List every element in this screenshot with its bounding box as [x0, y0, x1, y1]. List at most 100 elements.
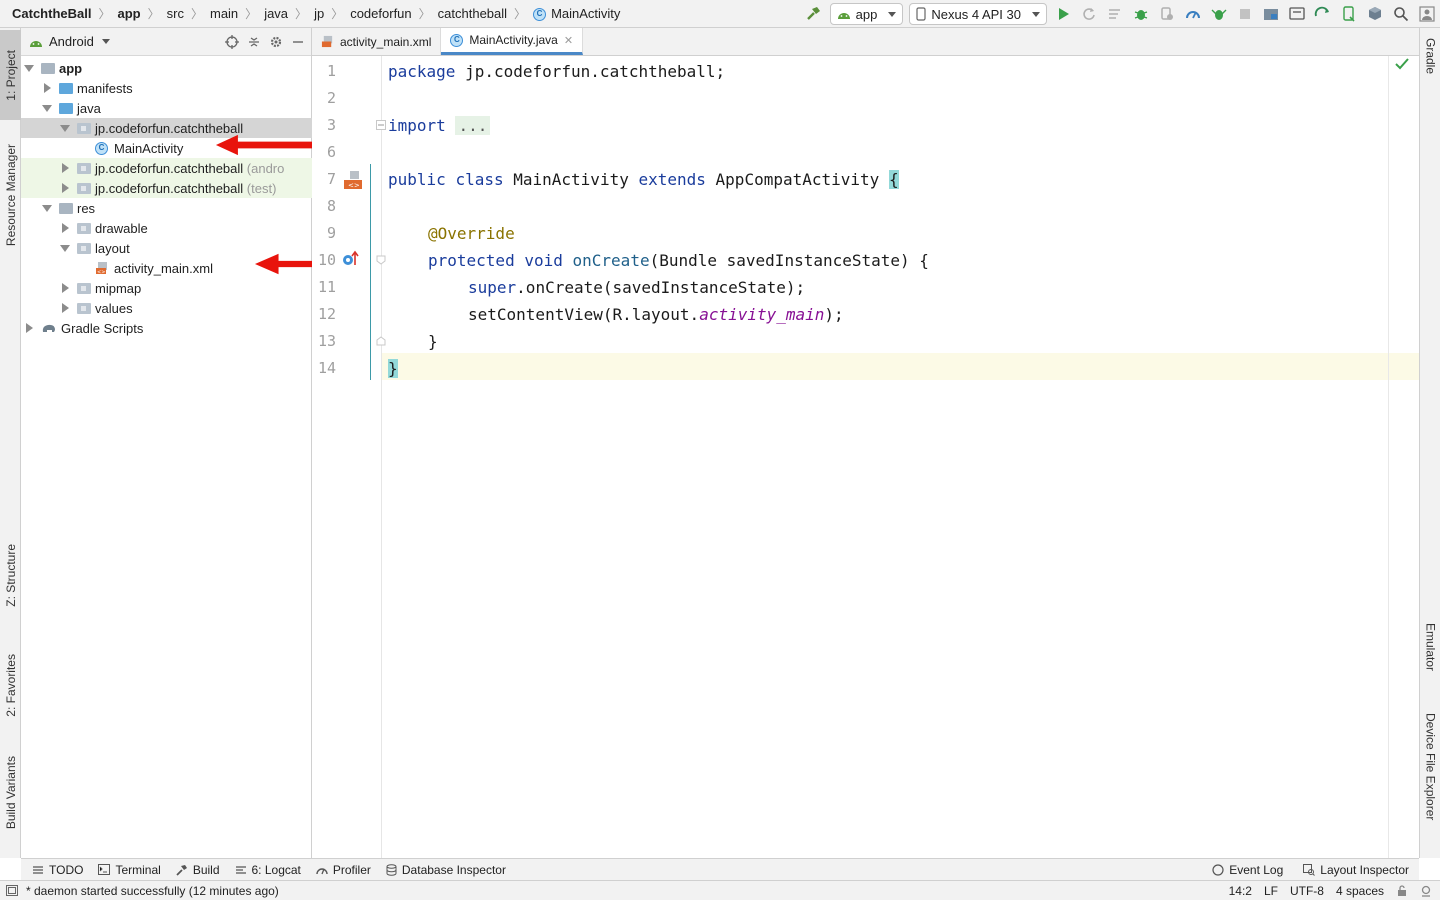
file-encoding[interactable]: UTF-8: [1290, 884, 1324, 898]
close-icon[interactable]: ✕: [564, 34, 573, 47]
override-method-gutter-icon[interactable]: [342, 250, 360, 268]
tree-item-res[interactable]: res: [21, 198, 312, 218]
tree-item-mipmap[interactable]: mipmap: [21, 278, 312, 298]
expand-arrow-icon[interactable]: [41, 204, 53, 212]
fold-icon[interactable]: [376, 255, 386, 265]
tool-build[interactable]: Build: [176, 863, 220, 877]
tab-mainactivity-java[interactable]: C MainActivity.java ✕: [441, 28, 584, 55]
account-icon[interactable]: [1414, 0, 1440, 28]
toggle-tool-windows-icon[interactable]: [6, 885, 18, 896]
tab-project-label: 1: Project: [3, 49, 18, 101]
tool-logcat[interactable]: 6: Logcat: [235, 863, 301, 877]
tab-build-variants[interactable]: Build Variants: [0, 743, 21, 843]
tab-resource-manager[interactable]: Resource Manager: [0, 128, 21, 263]
breadcrumb-java[interactable]: java: [264, 6, 288, 21]
project-view-select[interactable]: Android: [49, 34, 94, 49]
breadcrumb-mainactivity[interactable]: C MainActivity: [533, 6, 620, 22]
code-editor[interactable]: 1 2 3 6 7 8 9 10 11 12 13 14 <> package …: [312, 56, 1419, 858]
breadcrumb-project[interactable]: CatchtheBall: [12, 6, 91, 21]
locate-icon[interactable]: [225, 35, 239, 49]
tab-gradle-label: Gradle: [1423, 38, 1438, 75]
tool-layout-inspector[interactable]: Layout Inspector: [1303, 863, 1409, 877]
minimize-icon[interactable]: [291, 35, 305, 49]
attach-debugger-icon[interactable]: [1154, 0, 1180, 28]
sdk-manager-icon[interactable]: [1362, 0, 1388, 28]
tree-item-label: java: [77, 100, 101, 116]
indent-setting[interactable]: 4 spaces: [1336, 884, 1384, 898]
tab-structure[interactable]: Z: Structure: [0, 528, 21, 623]
expand-arrow-icon[interactable]: [59, 183, 71, 193]
breadcrumb-codeforfun[interactable]: codeforfun: [350, 6, 411, 21]
expand-arrow-icon[interactable]: [59, 163, 71, 173]
tab-device-file-explorer[interactable]: Device File Explorer: [1420, 713, 1440, 848]
inspector-icon[interactable]: [1420, 885, 1432, 897]
code-line: }: [428, 332, 438, 351]
related-layout-gutter-icon[interactable]: <>: [343, 170, 365, 190]
expand-arrow-icon[interactable]: [59, 283, 71, 293]
tab-project[interactable]: 1: Project: [0, 30, 21, 120]
play-icon[interactable]: [1050, 0, 1076, 28]
tree-item-values[interactable]: values: [21, 298, 312, 318]
tab-emulator[interactable]: Emulator: [1420, 623, 1440, 693]
chevron-down-icon[interactable]: [101, 39, 110, 44]
expand-arrow-icon[interactable]: [41, 104, 53, 112]
caret-position[interactable]: 14:2: [1229, 884, 1252, 898]
tool-profiler[interactable]: Profiler: [316, 863, 371, 877]
debug-icon[interactable]: [1128, 0, 1154, 28]
breadcrumb-jp[interactable]: jp: [314, 6, 324, 21]
expand-arrow-icon[interactable]: [59, 303, 71, 313]
search-icon[interactable]: [1388, 0, 1414, 28]
expand-arrow-icon[interactable]: [59, 223, 71, 233]
expand-arrow-icon[interactable]: [59, 244, 71, 252]
tree-item-package-androidtest[interactable]: jp.codeforfun.catchtheball (andro: [21, 158, 312, 178]
breadcrumb-main[interactable]: main: [210, 6, 238, 21]
apply-changes-icon[interactable]: [1102, 0, 1128, 28]
tab-activity-main-xml[interactable]: activity_main.xml: [312, 28, 442, 55]
run-config-select[interactable]: app: [829, 3, 904, 25]
breadcrumb-catchtheball[interactable]: catchtheball: [438, 6, 507, 21]
sync-icon[interactable]: [1310, 0, 1336, 28]
tree-item-manifests[interactable]: manifests: [21, 78, 312, 98]
breadcrumb-src[interactable]: src: [167, 6, 184, 21]
rerun-icon[interactable]: [1076, 0, 1102, 28]
tree-item-package-test[interactable]: jp.codeforfun.catchtheball (test): [21, 178, 312, 198]
stop-icon[interactable]: [1232, 0, 1258, 28]
tree-item-gradle-scripts[interactable]: Gradle Scripts: [21, 318, 312, 338]
device-manager-icon[interactable]: [1336, 0, 1362, 28]
lock-icon[interactable]: [1396, 885, 1408, 897]
collapse-all-icon[interactable]: [247, 35, 261, 49]
breadcrumb: CatchtheBall 〉 app 〉 src 〉 main 〉 java 〉 jp 〉 …: [0, 5, 620, 22]
folded-imports[interactable]: ...: [455, 116, 491, 135]
tool-terminal[interactable]: Terminal: [98, 863, 161, 877]
tab-gradle[interactable]: Gradle: [1420, 38, 1440, 98]
tree-item-label: drawable: [95, 220, 148, 236]
gradle-elephant-icon: [42, 324, 55, 332]
avd-manager-icon[interactable]: [1284, 0, 1310, 28]
tree-item-drawable[interactable]: drawable: [21, 218, 312, 238]
tab-label: MainActivity.java: [469, 33, 558, 47]
tree-item-java[interactable]: java: [21, 98, 312, 118]
tool-database-inspector[interactable]: Database Inspector: [386, 863, 506, 877]
device-select[interactable]: Nexus 4 API 30: [909, 3, 1047, 25]
expand-arrow-icon[interactable]: [59, 124, 71, 132]
coverage-icon[interactable]: [1206, 0, 1232, 28]
expand-arrow-icon[interactable]: [41, 83, 53, 93]
project-structure-icon[interactable]: [1258, 0, 1284, 28]
event-log-icon: [1212, 864, 1224, 876]
status-message[interactable]: * daemon started successfully (12 minute…: [26, 884, 279, 898]
line-number: 13: [317, 332, 336, 350]
fold-icon[interactable]: [376, 120, 386, 130]
expand-arrow-icon[interactable]: [23, 64, 35, 72]
tool-event-log[interactable]: Event Log: [1212, 863, 1283, 877]
fold-icon[interactable]: [376, 336, 386, 346]
hammer-icon[interactable]: [801, 0, 827, 28]
tab-favorites[interactable]: 2: Favorites: [0, 638, 21, 733]
expand-arrow-icon[interactable]: [23, 323, 35, 333]
breadcrumb-module[interactable]: app: [117, 6, 140, 21]
folder-icon: [77, 302, 91, 314]
tool-todo[interactable]: TODO: [32, 863, 83, 877]
tree-item-app[interactable]: app: [21, 58, 312, 78]
gear-icon[interactable]: [269, 35, 283, 49]
line-separator[interactable]: LF: [1264, 884, 1278, 898]
profiler-icon[interactable]: [1180, 0, 1206, 28]
